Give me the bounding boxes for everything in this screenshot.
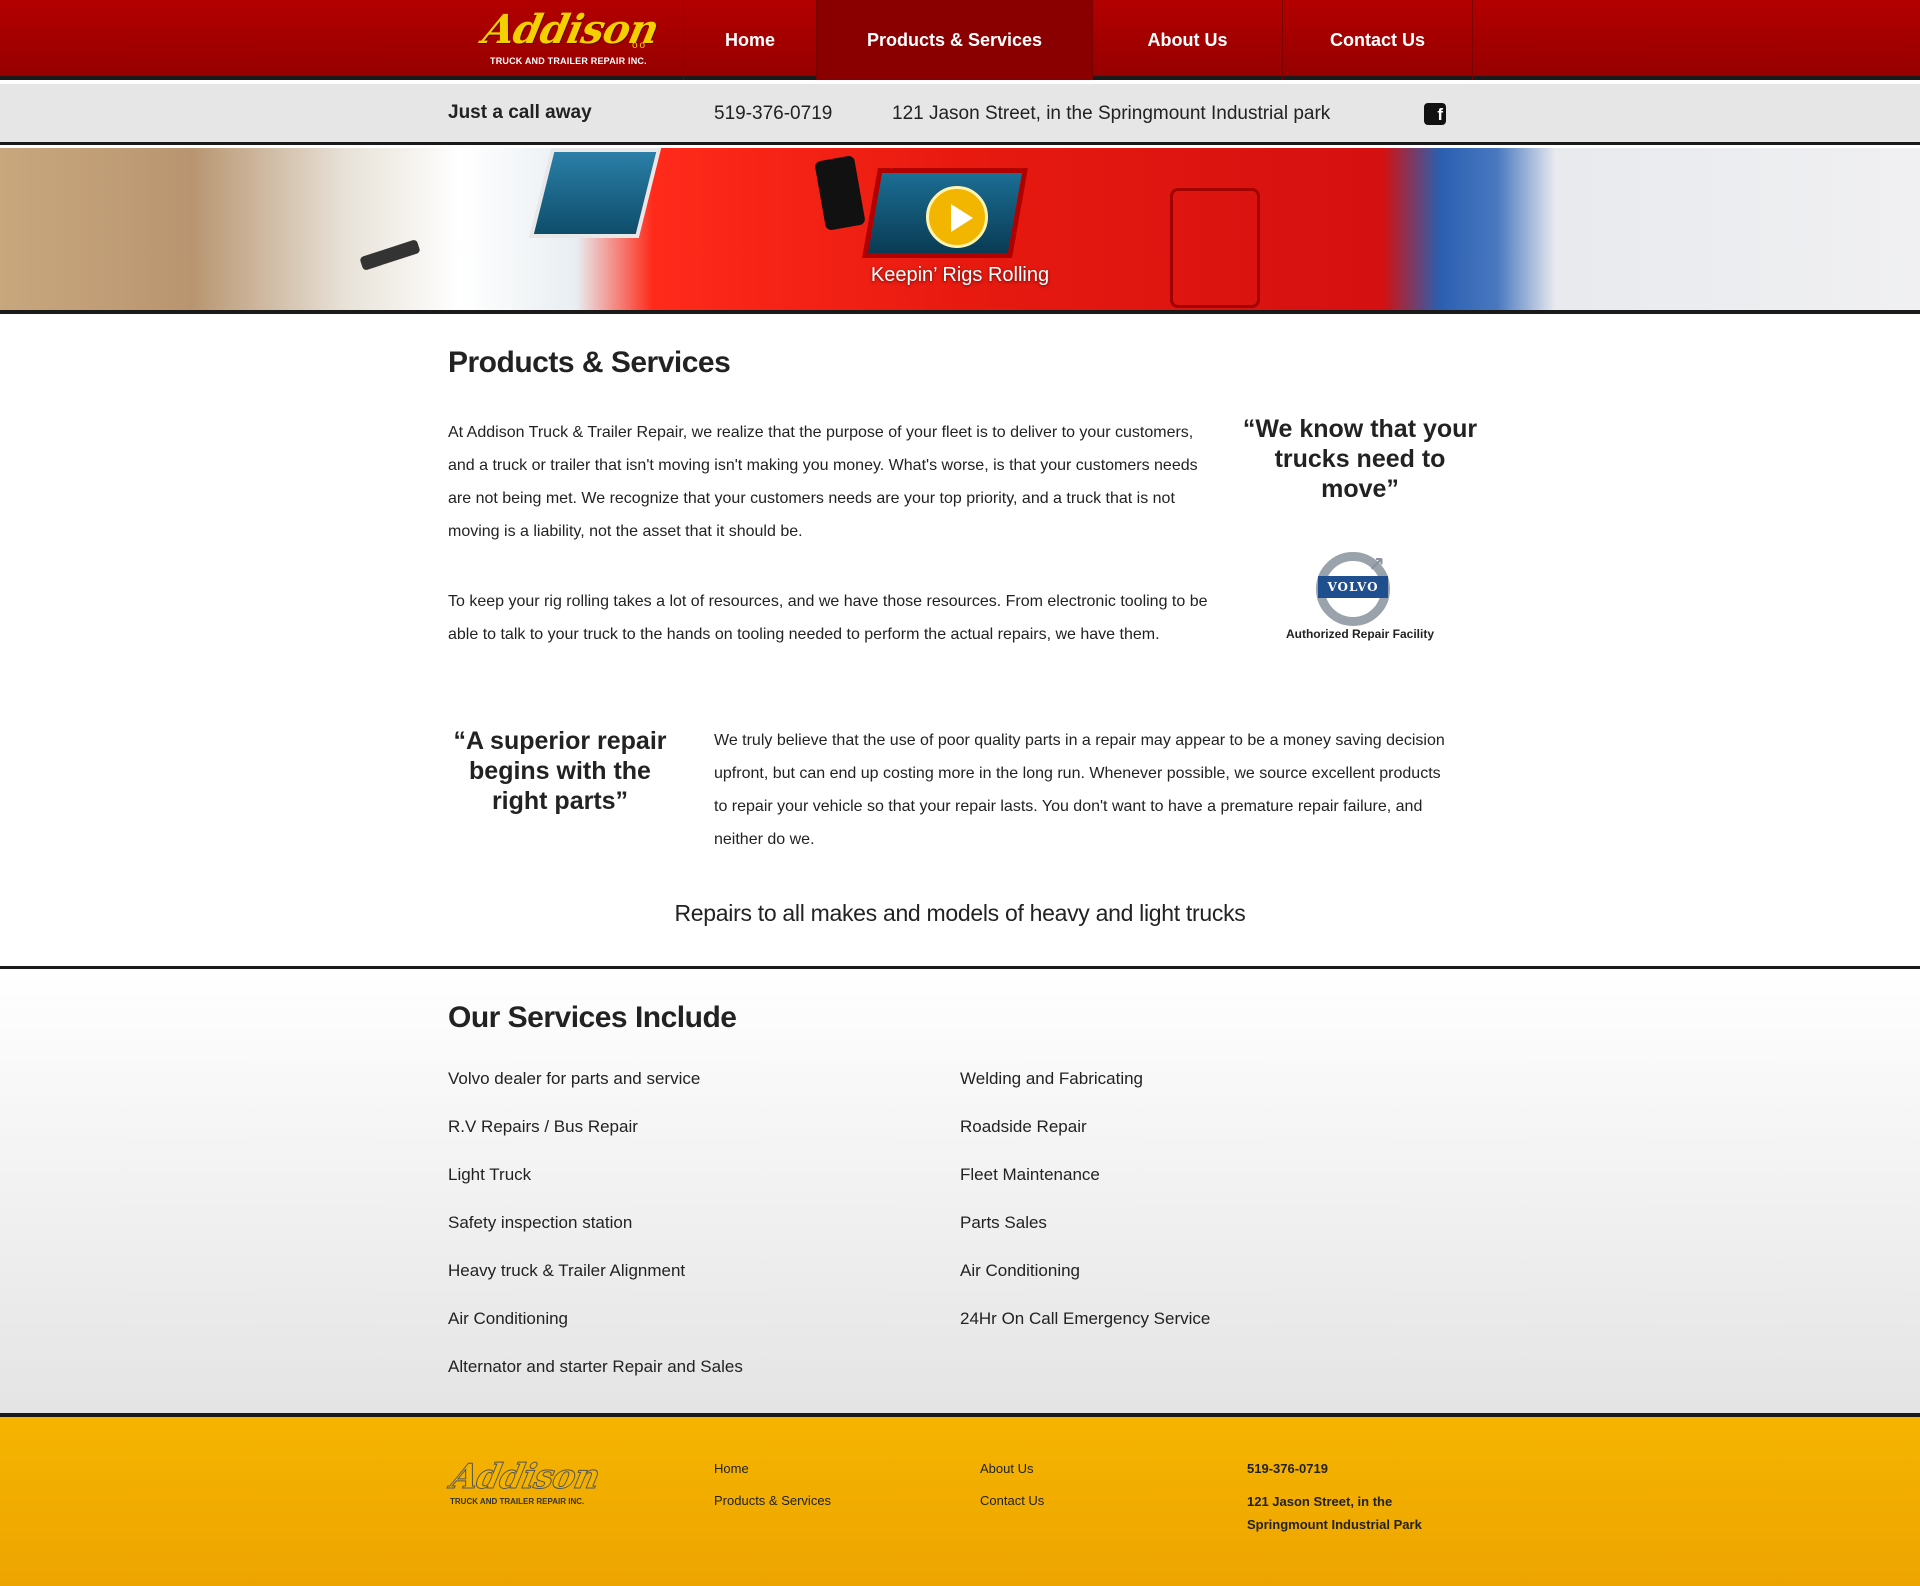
hero-truck-mirror xyxy=(814,155,866,231)
info-bar: Just a call away 519-376-0719 121 Jason … xyxy=(0,84,1920,145)
nav-home[interactable]: Home xyxy=(684,0,817,80)
footer-phone[interactable]: 519-376-0719 xyxy=(1247,1457,1328,1480)
page-title: Products & Services xyxy=(448,346,731,379)
pull-quote-trucks: “We know that your trucks need to move” xyxy=(1242,415,1478,503)
footer: Addison TRUCK AND TRAILER REPAIR INC. Ho… xyxy=(0,1413,1920,1586)
hero-caption: Keepin’ Rigs Rolling xyxy=(870,264,1050,286)
footer-logo[interactable]: Addison TRUCK AND TRAILER REPAIR INC. xyxy=(447,1457,608,1507)
footer-link-contact-us[interactable]: Contact Us xyxy=(980,1493,1044,1508)
play-icon[interactable] xyxy=(926,186,988,248)
footer-link-home[interactable]: Home xyxy=(714,1461,749,1476)
nav-contact-us[interactable]: Contact Us xyxy=(1283,0,1473,80)
parts-paragraph: We truly believe that the use of poor qu… xyxy=(714,732,1445,848)
service-item: Air Conditioning xyxy=(448,1309,569,1328)
top-nav: Addison oo TRUCK AND TRAILER REPAIR INC.… xyxy=(0,0,1920,80)
nav-products-services[interactable]: Products & Services xyxy=(817,0,1093,80)
services-section: Our Services Include Volvo dealer for pa… xyxy=(0,966,1920,1413)
service-item: Air Conditioning xyxy=(960,1261,1081,1280)
volvo-logo-text: VOLVO xyxy=(1318,576,1388,598)
service-item: R.V Repairs / Bus Repair xyxy=(448,1117,638,1136)
resources-paragraph: To keep your rig rolling takes a lot of … xyxy=(448,593,1208,643)
site-logo[interactable]: Addison oo TRUCK AND TRAILER REPAIR INC. xyxy=(470,0,684,80)
service-item: Light Truck xyxy=(448,1165,532,1184)
service-item: Heavy truck & Trailer Alignment xyxy=(448,1261,686,1280)
footer-logo-tagline: TRUCK AND TRAILER REPAIR INC. xyxy=(450,1497,585,1506)
hero-red-truck-door xyxy=(1170,188,1260,308)
nav-inner: Addison oo TRUCK AND TRAILER REPAIR INC.… xyxy=(470,0,1474,80)
service-item: Fleet Maintenance xyxy=(960,1165,1100,1184)
header-phone[interactable]: 519-376-0719 xyxy=(714,103,832,125)
footer-link-about-us[interactable]: About Us xyxy=(980,1461,1033,1476)
hero-truck-window xyxy=(528,148,662,238)
services-heading: Our Services Include xyxy=(448,1001,737,1034)
service-item: Safety inspection station xyxy=(448,1213,633,1232)
services-list-right: Welding and Fabricating Roadside Repair … xyxy=(960,1069,1210,1357)
service-item: Parts Sales xyxy=(960,1213,1047,1232)
intro-paragraph: At Addison Truck & Trailer Repair, we re… xyxy=(448,424,1198,540)
repairs-tagline: Repairs to all makes and models of heavy… xyxy=(674,900,1246,926)
call-label: Just a call away xyxy=(448,102,592,123)
hero-banner: Keepin’ Rigs Rolling xyxy=(0,148,1920,314)
pull-quote-parts: “A superior repair begins with the right… xyxy=(453,727,667,815)
service-item: Roadside Repair xyxy=(960,1117,1087,1136)
footer-logo-wordmark: Addison xyxy=(447,1457,603,1498)
footer-link-products-services[interactable]: Products & Services xyxy=(714,1493,831,1508)
nav-about-us[interactable]: About Us xyxy=(1093,0,1283,80)
service-item: Volvo dealer for parts and service xyxy=(448,1069,701,1088)
service-item: Welding and Fabricating xyxy=(960,1069,1144,1088)
footer-address-line1: 121 Jason Street, in the xyxy=(1247,1494,1393,1509)
service-item: 24Hr On Call Emergency Service xyxy=(960,1309,1211,1328)
services-list-left: Volvo dealer for parts and service R.V R… xyxy=(448,1069,743,1405)
logo-wheels-icon: oo xyxy=(632,40,648,51)
volvo-arrow-icon: ↗ xyxy=(1368,554,1385,576)
facebook-icon[interactable]: f xyxy=(1424,103,1446,125)
play-triangle xyxy=(951,204,973,232)
service-item: Alternator and starter Repair and Sales xyxy=(448,1357,743,1376)
footer-address-line2: Springmount Industrial Park xyxy=(1247,1517,1422,1532)
logo-tagline: TRUCK AND TRAILER REPAIR INC. xyxy=(490,56,647,66)
volvo-caption: Authorized Repair Facility xyxy=(1285,627,1435,641)
header-address: 121 Jason Street, in the Springmount Ind… xyxy=(892,103,1331,124)
